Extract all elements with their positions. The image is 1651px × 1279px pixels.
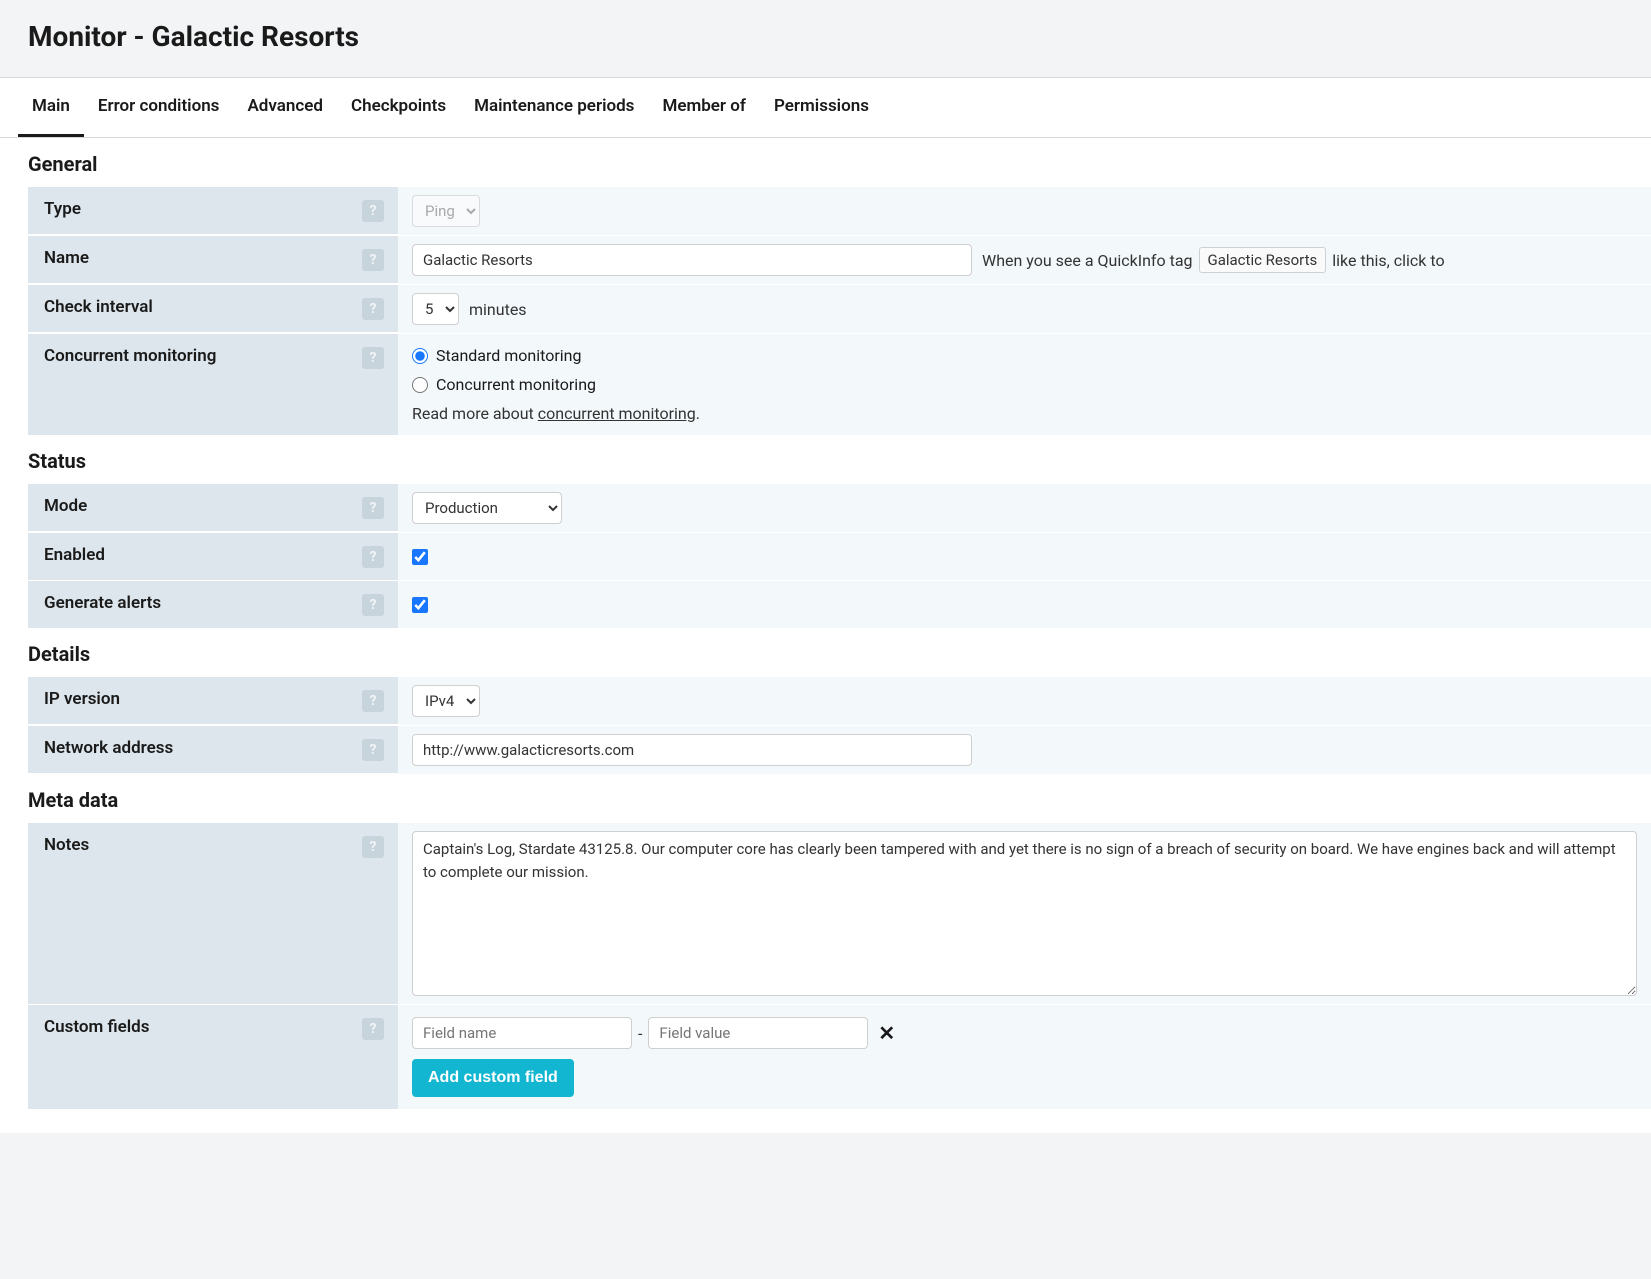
section-details: Details — [0, 628, 1651, 676]
read-more-pre: Read more about — [412, 404, 538, 423]
label-enabled: Enabled ? — [28, 533, 398, 580]
section-metadata: Meta data — [0, 774, 1651, 822]
help-icon[interactable]: ? — [362, 249, 384, 271]
quickinfo-tag[interactable]: Galactic Resorts — [1199, 247, 1327, 273]
tab-permissions[interactable]: Permissions — [760, 78, 883, 137]
enabled-checkbox[interactable] — [412, 549, 428, 565]
interval-unit: minutes — [469, 300, 527, 319]
label-generate-alerts: Generate alerts ? — [28, 581, 398, 628]
add-custom-field-button[interactable]: Add custom field — [412, 1059, 574, 1097]
help-icon[interactable]: ? — [362, 347, 384, 369]
label-notes: Notes ? — [28, 823, 398, 1004]
label-check-interval: Check interval ? — [28, 285, 398, 332]
generate-alerts-checkbox[interactable] — [412, 597, 428, 613]
help-icon[interactable]: ? — [362, 594, 384, 616]
tab-checkpoints[interactable]: Checkpoints — [337, 78, 460, 137]
tab-bar: Main Error conditions Advanced Checkpoin… — [0, 77, 1651, 138]
tab-maintenance-periods[interactable]: Maintenance periods — [460, 78, 648, 137]
type-select[interactable]: Ping — [412, 195, 480, 227]
help-icon[interactable]: ? — [362, 497, 384, 519]
notes-textarea[interactable]: Captain's Log, Stardate 43125.8. Our com… — [412, 831, 1637, 996]
custom-field-value-input[interactable] — [648, 1017, 868, 1049]
concurrent-monitoring-link[interactable]: concurrent monitoring — [538, 404, 696, 423]
section-general: General — [0, 138, 1651, 186]
label-concurrent-monitoring-text: Concurrent monitoring — [44, 346, 216, 366]
label-ip-version-text: IP version — [44, 689, 120, 709]
help-icon[interactable]: ? — [362, 739, 384, 761]
custom-field-name-input[interactable] — [412, 1017, 632, 1049]
mode-select[interactable]: Production — [412, 492, 562, 524]
tab-error-conditions[interactable]: Error conditions — [84, 78, 234, 137]
ip-version-select[interactable]: IPv4 — [412, 685, 480, 717]
page-title: Monitor - Galactic Resorts — [28, 20, 1623, 53]
remove-custom-field-icon[interactable]: ✕ — [874, 1023, 899, 1043]
quickinfo-hint-pre: When you see a QuickInfo tag — [982, 251, 1193, 270]
tab-member-of[interactable]: Member of — [648, 78, 760, 137]
label-mode: Mode ? — [28, 484, 398, 531]
help-icon[interactable]: ? — [362, 1018, 384, 1040]
radio-concurrent-label: Concurrent monitoring — [436, 375, 596, 394]
radio-concurrent-monitoring[interactable] — [412, 377, 428, 393]
help-icon[interactable]: ? — [362, 836, 384, 858]
label-generate-alerts-text: Generate alerts — [44, 593, 161, 613]
help-icon[interactable]: ? — [362, 298, 384, 320]
label-concurrent-monitoring: Concurrent monitoring ? — [28, 334, 398, 435]
label-name-text: Name — [44, 248, 89, 268]
label-type-text: Type — [44, 199, 81, 219]
label-type: Type ? — [28, 187, 398, 234]
section-status: Status — [0, 435, 1651, 483]
name-input[interactable] — [412, 244, 972, 276]
check-interval-select[interactable]: 5 — [412, 293, 459, 325]
help-icon[interactable]: ? — [362, 200, 384, 222]
label-ip-version: IP version ? — [28, 677, 398, 724]
label-network-address-text: Network address — [44, 738, 173, 758]
tab-main[interactable]: Main — [18, 78, 84, 137]
label-notes-text: Notes — [44, 835, 89, 855]
tab-advanced[interactable]: Advanced — [233, 78, 337, 137]
dash-separator: - — [638, 1024, 642, 1043]
quickinfo-hint-post: like this, click to — [1332, 251, 1444, 270]
help-icon[interactable]: ? — [362, 690, 384, 712]
custom-field-row: - ✕ — [412, 1017, 899, 1049]
network-address-input[interactable] — [412, 734, 972, 766]
label-custom-fields: Custom fields ? — [28, 1005, 398, 1109]
radio-standard-label: Standard monitoring — [436, 346, 581, 365]
label-network-address: Network address ? — [28, 726, 398, 773]
label-custom-fields-text: Custom fields — [44, 1017, 150, 1037]
radio-standard-monitoring[interactable] — [412, 348, 428, 364]
label-check-interval-text: Check interval — [44, 297, 153, 317]
label-enabled-text: Enabled — [44, 545, 105, 565]
help-icon[interactable]: ? — [362, 546, 384, 568]
read-more-post: . — [696, 404, 700, 423]
label-mode-text: Mode — [44, 496, 87, 516]
label-name: Name ? — [28, 236, 398, 283]
